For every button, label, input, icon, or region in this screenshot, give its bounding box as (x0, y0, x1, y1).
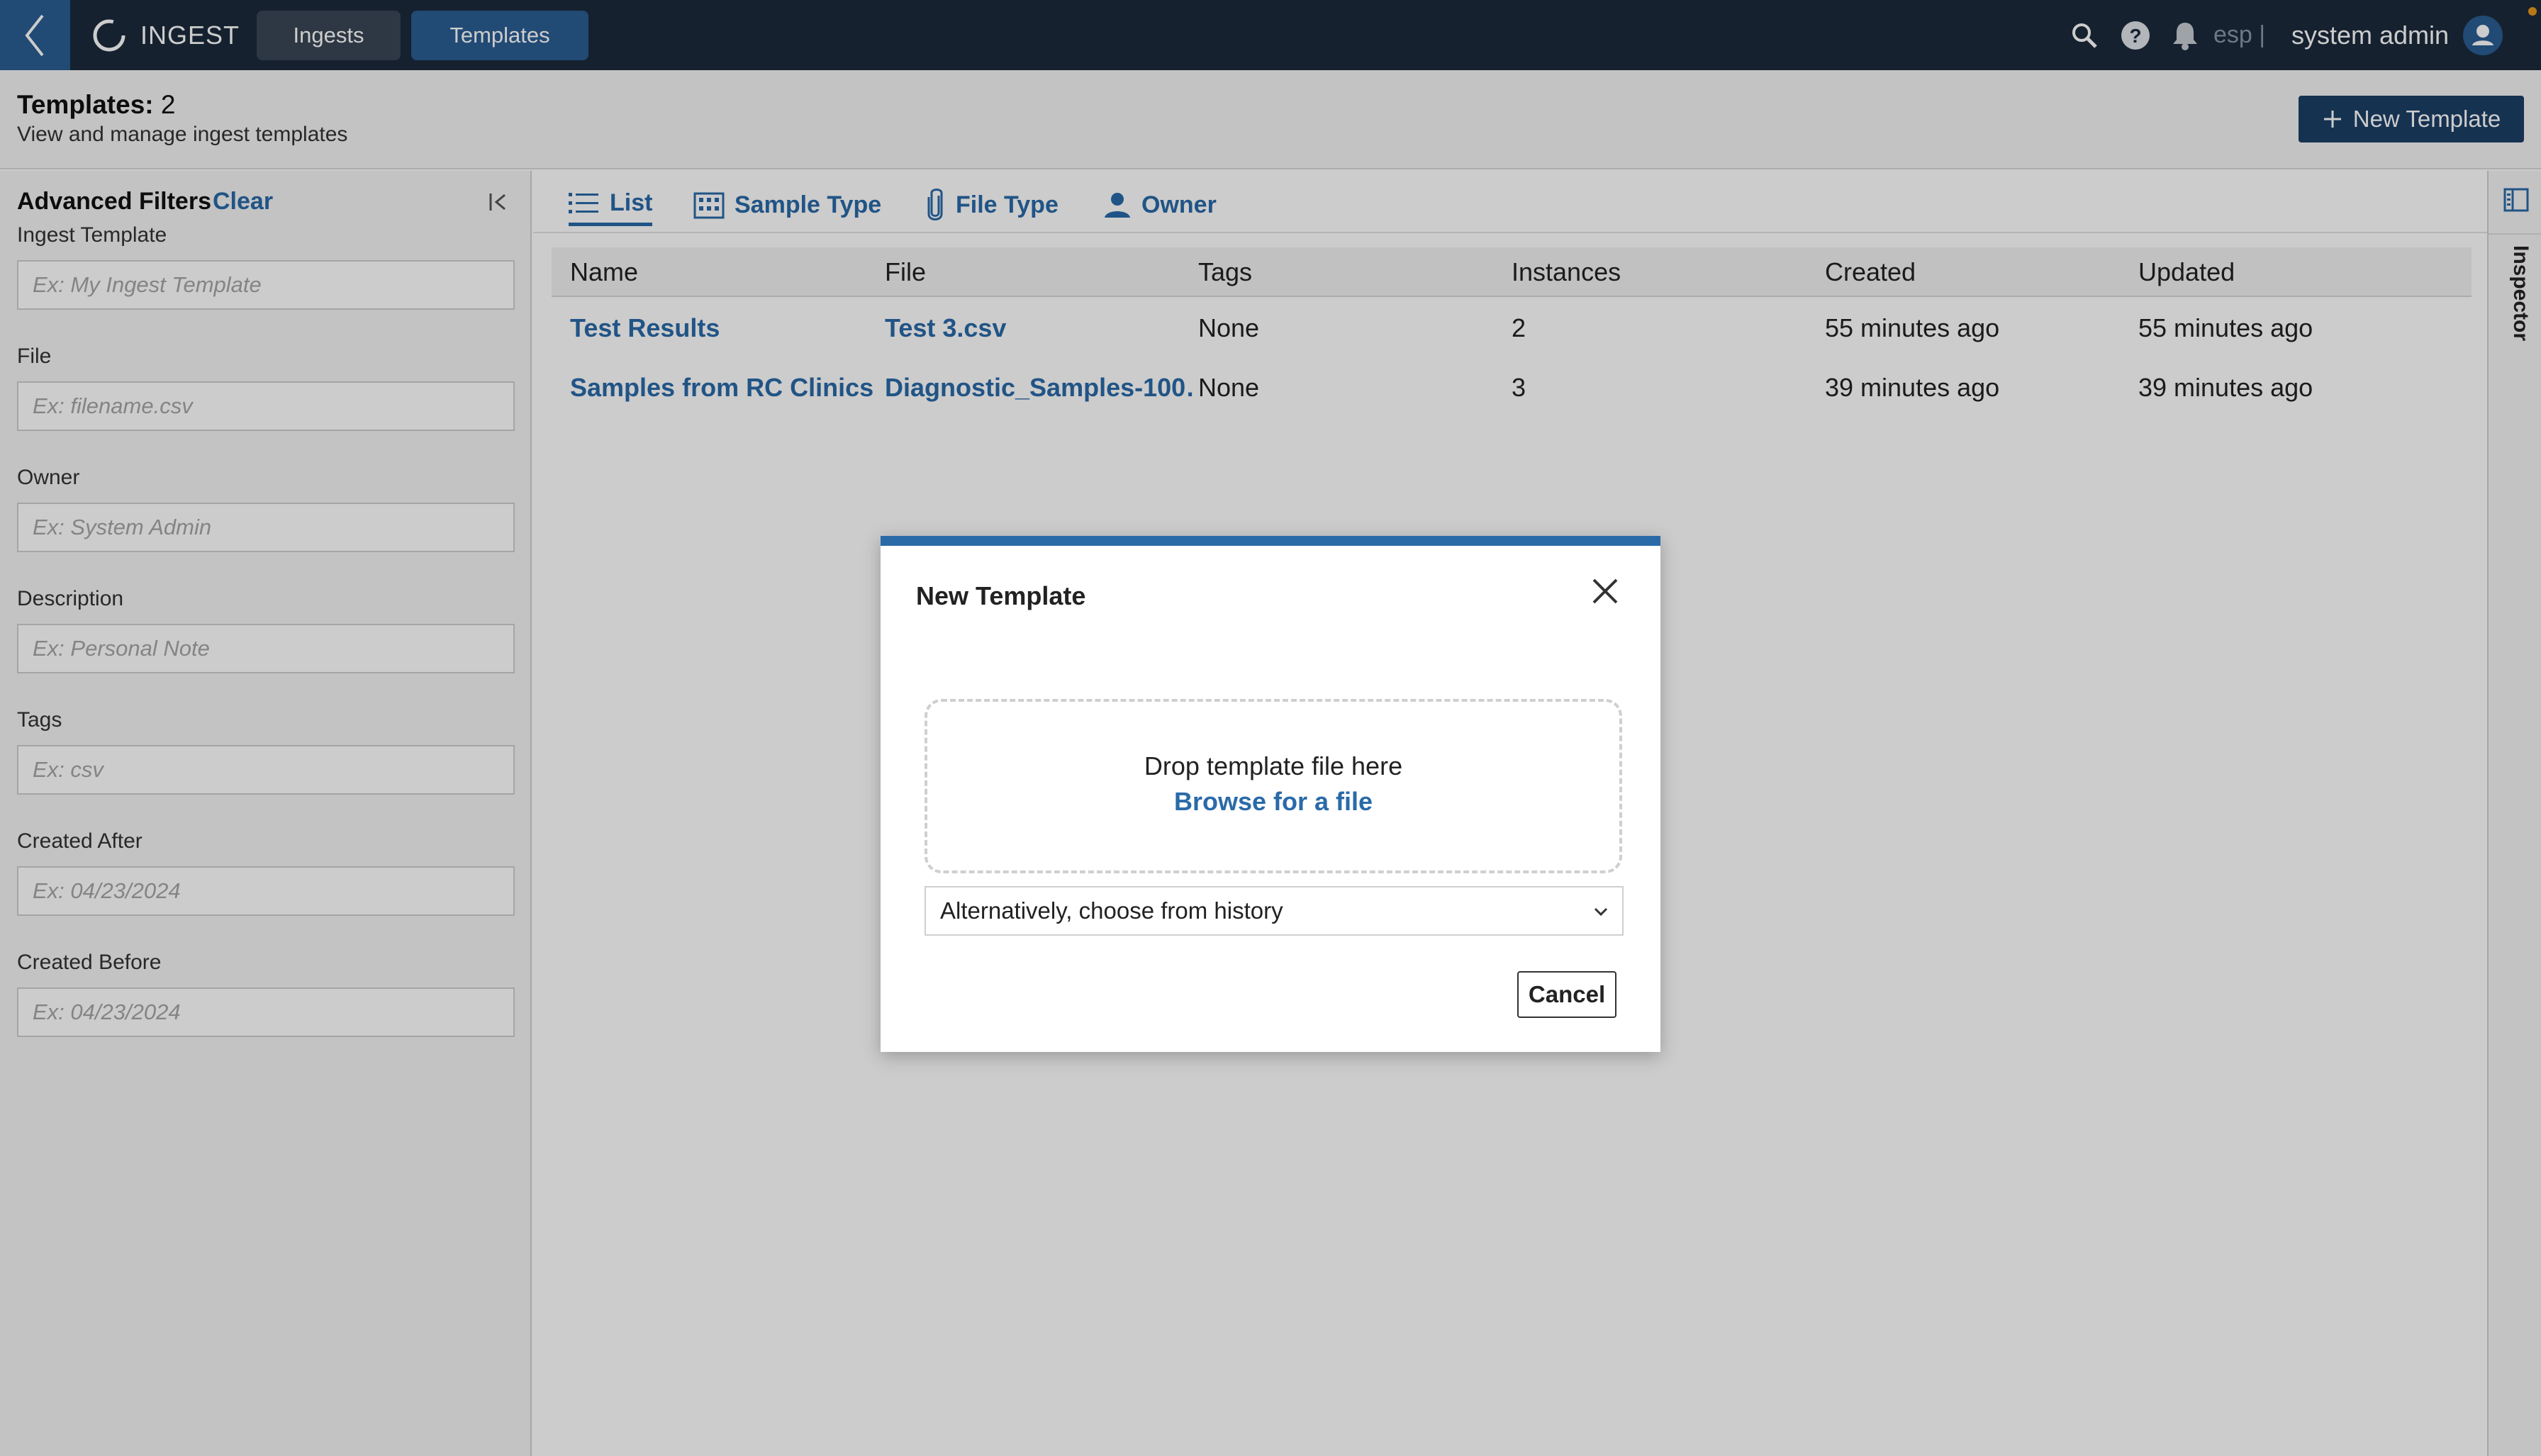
dropzone-text: Drop template file here (1144, 751, 1403, 780)
browse-file-link[interactable]: Browse for a file (927, 787, 1619, 817)
history-select[interactable]: Alternatively, choose from history (925, 886, 1624, 936)
file-dropzone[interactable]: Drop template file here Browse for a fil… (925, 699, 1622, 873)
history-select-value: Alternatively, choose from history (940, 897, 1283, 924)
chevron-down-icon (1594, 907, 1608, 917)
cancel-button[interactable]: Cancel (1517, 971, 1616, 1018)
new-template-dialog: New Template Drop template file here Bro… (881, 536, 1660, 1052)
close-icon[interactable] (1590, 576, 1621, 607)
dialog-title: New Template (916, 581, 1086, 610)
